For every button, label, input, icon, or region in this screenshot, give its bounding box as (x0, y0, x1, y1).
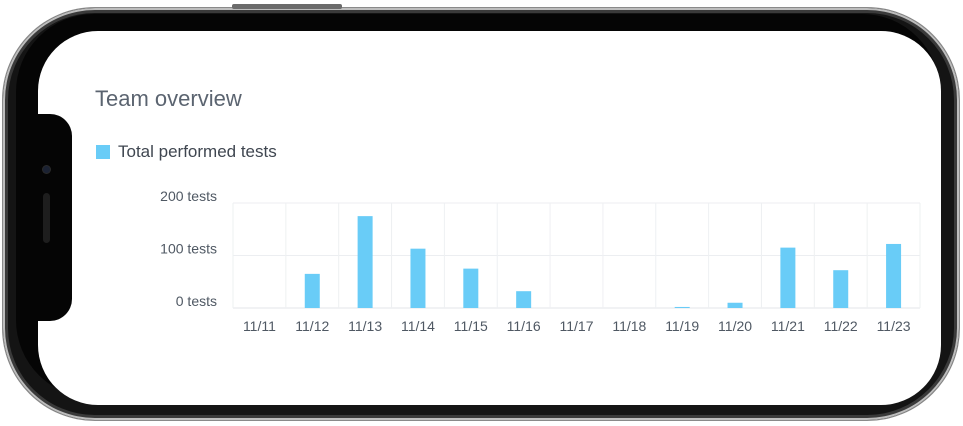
bar[interactable] (410, 248, 426, 308)
y-tick-label: 200 tests (160, 188, 217, 204)
bar[interactable] (833, 270, 849, 308)
x-tick-label: 11/23 (877, 318, 911, 334)
bar-chart: 200 tests100 tests0 tests 11/11 11/12 11/1… (160, 188, 921, 334)
y-axis: 200 tests 100 tests 0 tests (160, 188, 217, 309)
bar[interactable] (357, 216, 373, 308)
x-tick-label: 11/12 (295, 318, 329, 334)
x-tick-label: 11/17 (560, 318, 594, 334)
bar[interactable] (780, 247, 796, 308)
x-tick-label: 11/19 (665, 318, 699, 334)
x-tick-label: 11/11 (243, 318, 276, 334)
x-tick-label: 11/15 (454, 318, 488, 334)
x-tick-label: 11/21 (771, 318, 805, 334)
x-tick-label: 11/20 (718, 318, 752, 334)
bar[interactable] (674, 306, 690, 308)
bar[interactable] (463, 268, 479, 308)
y-tick-label: 100 tests (160, 241, 217, 257)
y-tick-label: 0 tests (176, 293, 217, 309)
x-tick-label: 11/18 (612, 318, 646, 334)
x-tick-label: 11/22 (824, 318, 858, 334)
x-axis: 11/11 11/12 11/13 11/14 11/15 11/16 11/17 11/18… (243, 318, 911, 334)
bar[interactable] (304, 273, 320, 308)
chart-grid (232, 202, 921, 309)
bar[interactable] (727, 302, 743, 308)
bar[interactable] (886, 243, 902, 308)
x-tick-label: 11/16 (507, 318, 541, 334)
bar[interactable] (516, 291, 532, 308)
x-tick-label: 11/14 (401, 318, 435, 334)
x-tick-label: 11/13 (348, 318, 382, 334)
